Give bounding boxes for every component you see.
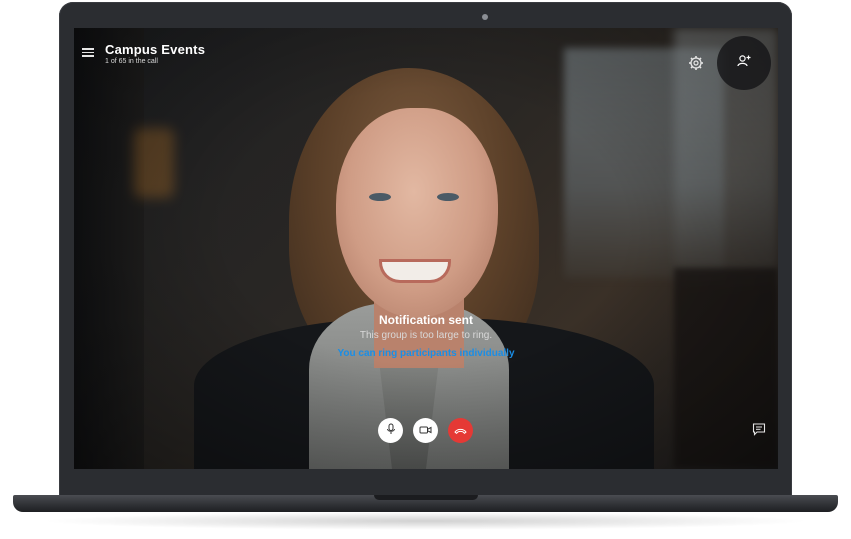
video-vignette (74, 28, 778, 469)
gear-icon[interactable] (688, 55, 704, 71)
add-people-button[interactable] (717, 36, 771, 90)
chat-icon[interactable] (752, 422, 766, 436)
call-title: Campus Events (105, 42, 206, 57)
hamburger-menu-icon[interactable] (82, 46, 96, 60)
video-button[interactable] (413, 418, 438, 443)
laptop-shadow (40, 512, 811, 530)
microphone-button[interactable] (378, 418, 403, 443)
notification-title: Notification sent (378, 313, 473, 327)
webcam (482, 14, 488, 20)
participant-count: 1 of 65 in the call (105, 58, 158, 65)
add-person-icon (736, 53, 752, 74)
video-call-screen: Campus Events 1 of 65 in the call Notifi… (74, 28, 778, 469)
end-call-button[interactable] (448, 418, 473, 443)
video-camera-icon (419, 422, 432, 440)
end-call-icon (454, 422, 467, 440)
laptop-notch (374, 495, 478, 500)
ring-individually-link[interactable]: You can ring participants individually (74, 348, 778, 359)
notification-body: This group is too large to ring. (359, 330, 493, 341)
microphone-icon (385, 422, 397, 440)
